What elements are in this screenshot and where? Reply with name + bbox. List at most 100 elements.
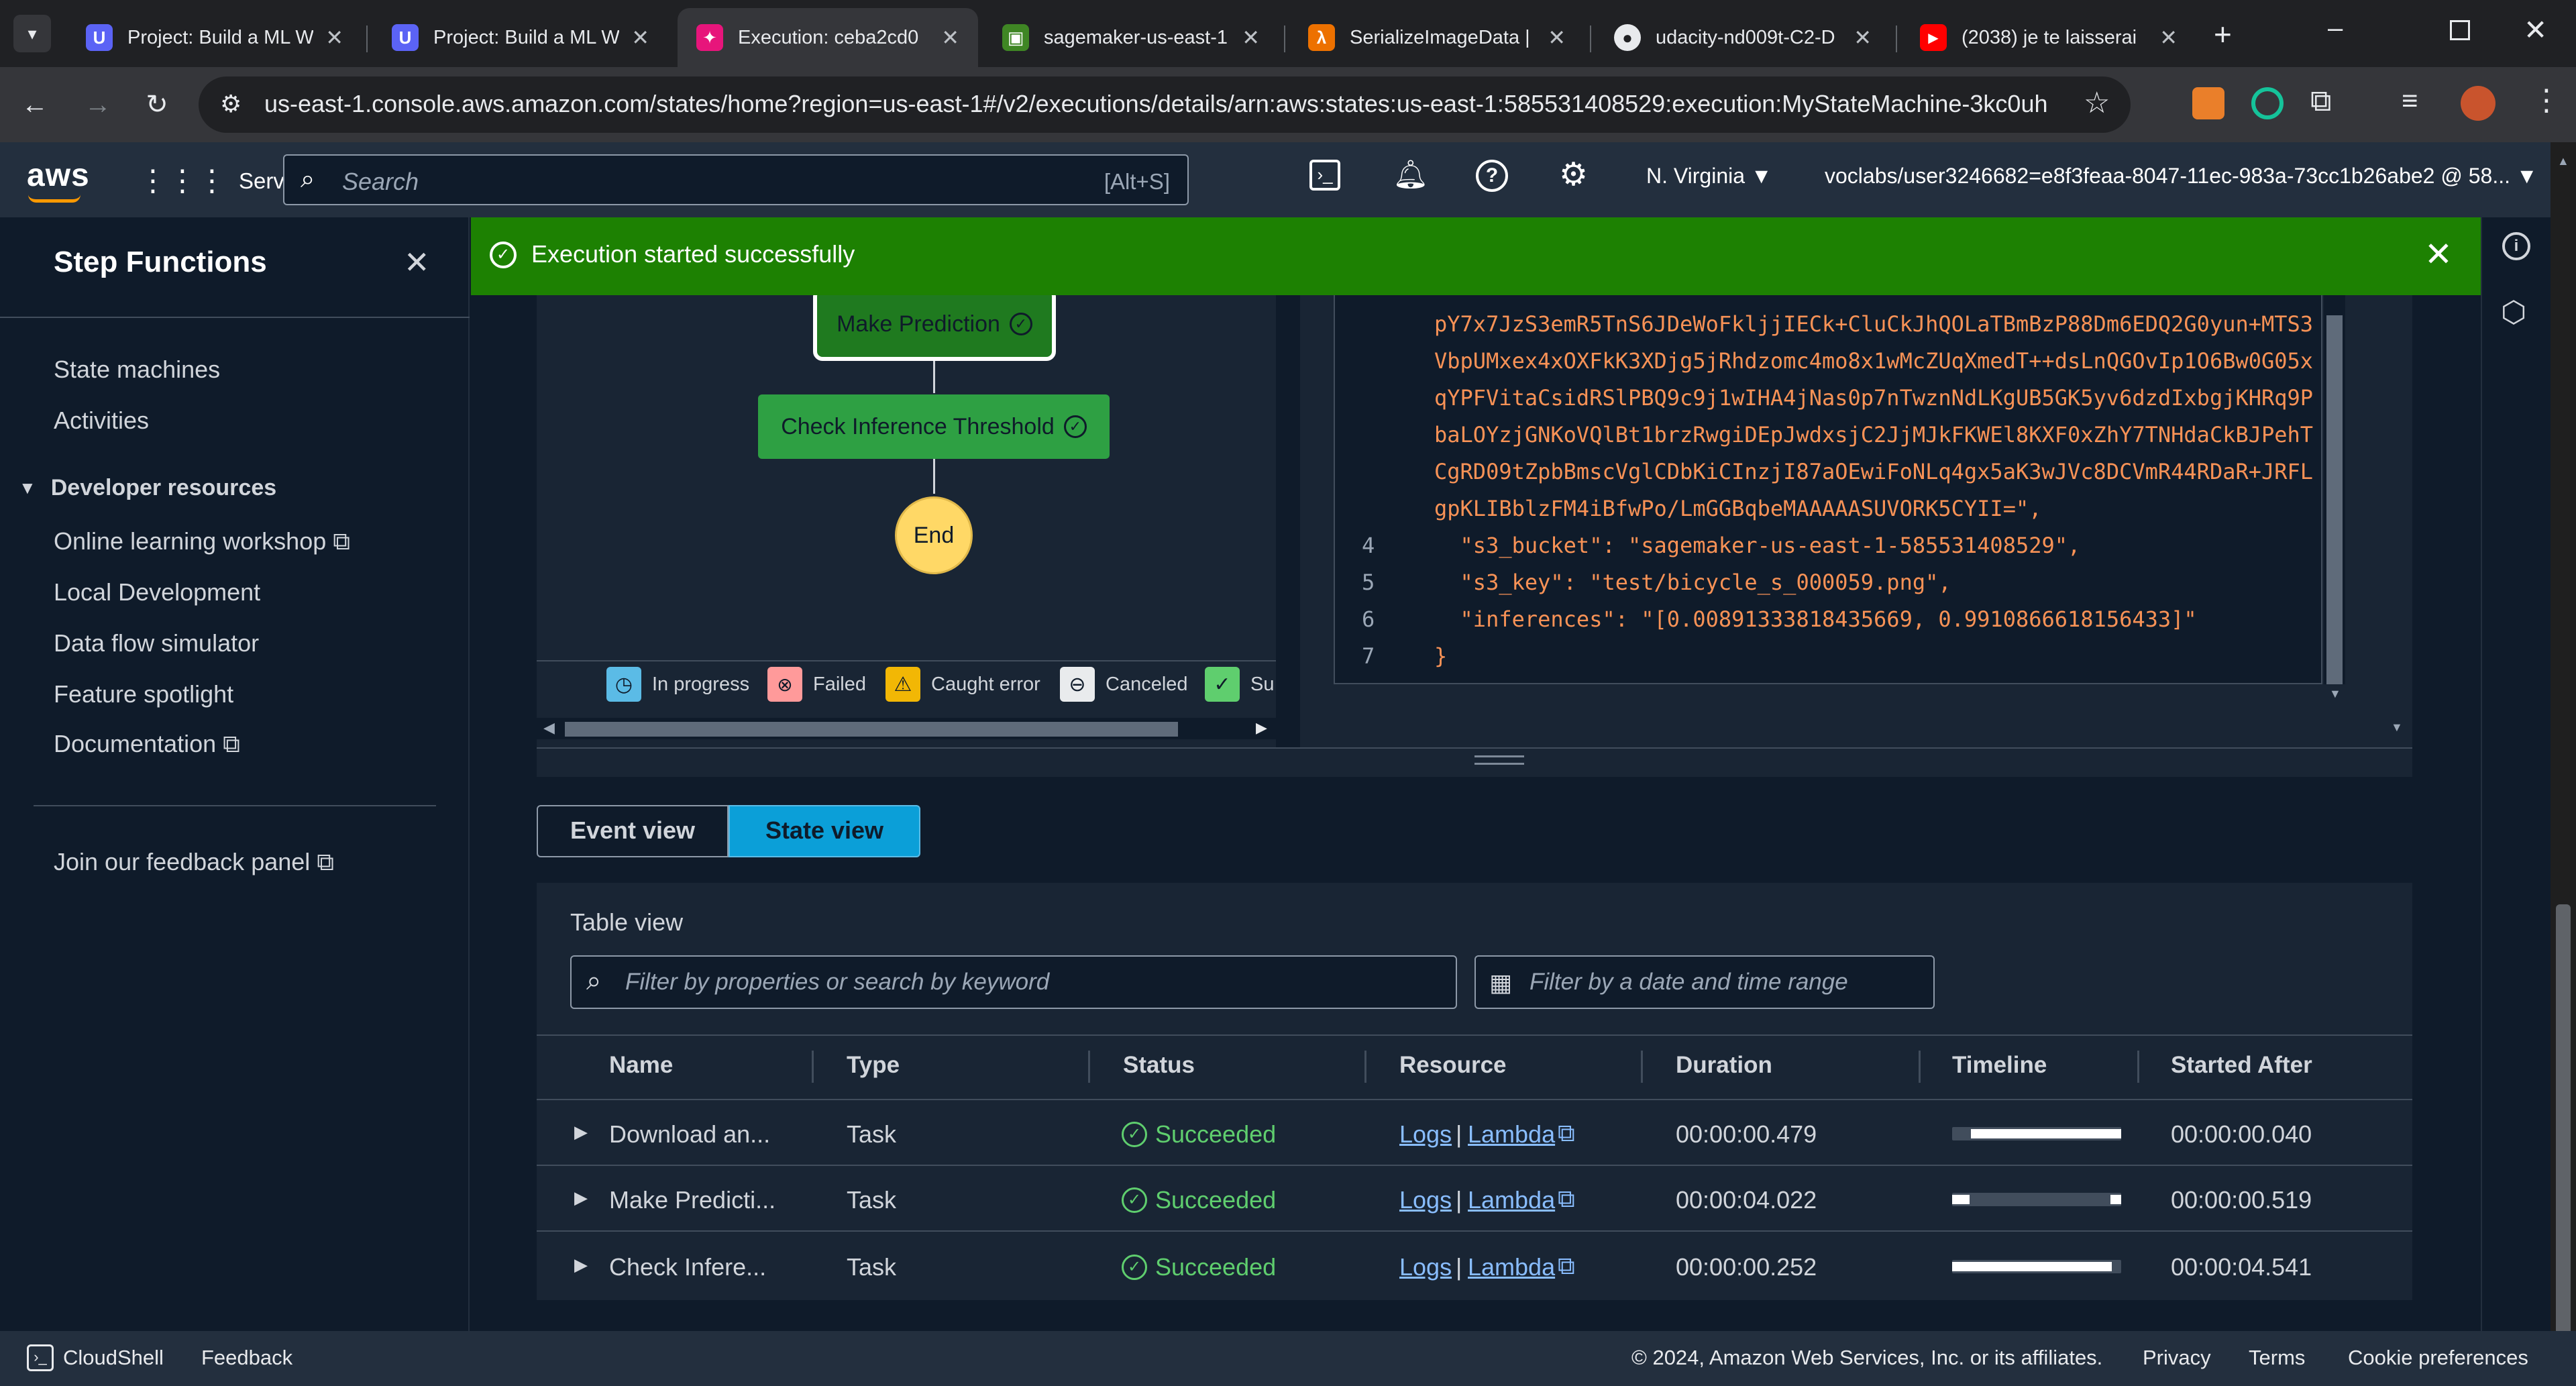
settings-gear-icon[interactable]: ⚙ xyxy=(1559,156,1588,193)
scroll-right-icon[interactable]: ▶ xyxy=(1256,719,1267,737)
lambda-link[interactable]: Lambda xyxy=(1468,1186,1555,1214)
expand-row-icon[interactable]: ▶ xyxy=(574,1187,588,1208)
restore-window-icon[interactable] xyxy=(2450,20,2470,40)
browser-tab-active[interactable]: ✦ Execution: ceba2cd0 ✕ xyxy=(678,8,978,67)
info-icon[interactable]: i xyxy=(2502,232,2530,260)
column-header-duration[interactable]: Duration xyxy=(1676,1052,1772,1079)
column-header-status[interactable]: Status xyxy=(1123,1052,1195,1079)
aws-logo[interactable]: aws xyxy=(27,157,90,194)
expand-row-icon[interactable]: ▶ xyxy=(574,1122,588,1142)
close-tab-icon[interactable]: ✕ xyxy=(1548,25,1566,50)
footer-feedback-link[interactable]: Feedback xyxy=(201,1346,292,1370)
sidebar-item-activities[interactable]: Activities xyxy=(54,407,149,435)
column-header-name[interactable]: Name xyxy=(609,1052,673,1079)
drag-handle-icon[interactable] xyxy=(1474,755,1524,765)
column-header-type[interactable]: Type xyxy=(847,1052,900,1079)
url-text[interactable]: us-east-1.console.aws.amazon.com/states/… xyxy=(264,90,2049,118)
footer-terms-link[interactable]: Terms xyxy=(2249,1346,2305,1370)
close-sidebar-icon[interactable]: ✕ xyxy=(404,244,430,280)
scrollbar-thumb[interactable] xyxy=(2556,904,2571,1367)
footer-privacy-link[interactable]: Privacy xyxy=(2143,1346,2211,1370)
region-selector[interactable]: N. Virginia ▼ xyxy=(1646,164,1772,189)
new-tab-icon[interactable]: + xyxy=(2214,16,2232,52)
s3-icon: ▣ xyxy=(1002,24,1029,51)
sidebar-item-data-flow-simulator[interactable]: Data flow simulator xyxy=(54,629,259,657)
event-view-button[interactable]: Event view xyxy=(537,805,729,857)
graph-node-make-prediction[interactable]: Make Prediction ✓ xyxy=(813,287,1056,361)
sidebar-item-feature-spotlight[interactable]: Feature spotlight xyxy=(54,680,233,708)
lambda-link[interactable]: Lambda xyxy=(1468,1253,1555,1281)
state-view-button[interactable]: State view xyxy=(729,805,920,857)
sidebar-item-feedback-panel[interactable]: Join our feedback panel ⧉ xyxy=(54,848,334,877)
date-range-filter[interactable]: ▦ Filter by a date and time range xyxy=(1474,955,1935,1009)
table-filter-input[interactable]: ⌕ Filter by properties or search by keyw… xyxy=(570,955,1457,1009)
extension-icon[interactable] xyxy=(2192,87,2224,119)
footer-cookie-preferences-link[interactable]: Cookie preferences xyxy=(2348,1346,2528,1370)
resource-separator: | xyxy=(1456,1186,1462,1214)
bookmark-star-icon[interactable]: ☆ xyxy=(2084,86,2110,120)
scrollbar-thumb[interactable] xyxy=(2326,315,2343,684)
panel-divider[interactable] xyxy=(1276,217,1300,747)
close-tab-icon[interactable]: ✕ xyxy=(631,25,649,50)
extensions-puzzle-icon[interactable]: ⧉ xyxy=(2310,85,2331,118)
scroll-left-icon[interactable]: ◀ xyxy=(543,719,555,737)
browser-tab[interactable]: U Project: Build a ML W ✕ xyxy=(67,8,362,67)
close-tab-icon[interactable]: ✕ xyxy=(1242,25,1260,50)
panel-resize-bar[interactable] xyxy=(537,747,2412,777)
browser-tab[interactable]: λ SerializeImageData | ✕ xyxy=(1289,8,1585,67)
help-icon[interactable]: ? xyxy=(1476,160,1508,192)
close-tab-icon[interactable]: ✕ xyxy=(1854,25,1872,50)
row-started-after: 00:00:04.541 xyxy=(2171,1253,2312,1281)
tutorial-icon[interactable]: ⬡ xyxy=(2501,295,2526,329)
graph-node-check-inference-threshold[interactable]: Check Inference Threshold ✓ xyxy=(758,394,1110,459)
scroll-down-icon[interactable]: ▼ xyxy=(2391,721,2403,735)
sidebar-item-state-machines[interactable]: State machines xyxy=(54,356,220,384)
site-info-icon[interactable]: ⚙ xyxy=(220,90,241,118)
aws-search-input[interactable]: ⌕ Search [Alt+S] xyxy=(283,154,1189,205)
line-number: 4 xyxy=(1362,533,1375,558)
reload-icon[interactable]: ↻ xyxy=(138,86,176,123)
column-header-timeline[interactable]: Timeline xyxy=(1952,1052,2047,1079)
lambda-link[interactable]: Lambda xyxy=(1468,1120,1555,1149)
timeline-track xyxy=(1952,1193,2121,1206)
tab-search-button[interactable]: ▾ xyxy=(13,15,51,52)
minimize-window-icon[interactable]: – xyxy=(2328,13,2343,44)
logs-link[interactable]: Logs xyxy=(1399,1186,1452,1214)
sidebar-item-online-workshop[interactable]: Online learning workshop ⧉ xyxy=(54,527,350,556)
graph-node-end[interactable]: End xyxy=(895,496,973,574)
developer-resources-section[interactable]: ▼ Developer resources xyxy=(19,475,276,501)
column-header-started-after[interactable]: Started After xyxy=(2171,1052,2312,1079)
logs-link[interactable]: Logs xyxy=(1399,1120,1452,1149)
logs-link[interactable]: Logs xyxy=(1399,1253,1452,1281)
browser-tab[interactable]: ▣ sagemaker-us-east-1 ✕ xyxy=(983,8,1279,67)
account-menu[interactable]: voclabs/user3246682=e8f3feaa-8047-11ec-9… xyxy=(1825,164,2549,189)
browser-menu-icon[interactable]: ⋮ xyxy=(2532,83,2561,117)
expand-row-icon[interactable]: ▶ xyxy=(574,1255,588,1275)
media-control-icon[interactable]: ≡ xyxy=(2402,85,2418,117)
close-tab-icon[interactable]: ✕ xyxy=(941,25,959,50)
scrollbar-thumb[interactable] xyxy=(565,722,1178,737)
close-tab-icon[interactable]: ✕ xyxy=(325,25,343,50)
notifications-bell-icon[interactable]: 🔔︎ xyxy=(1393,158,1428,191)
graph-horizontal-scrollbar[interactable]: ◀ ▶ xyxy=(537,718,1276,739)
url-omnibox[interactable]: ⚙ us-east-1.console.aws.amazon.com/state… xyxy=(199,76,2131,133)
profile-avatar[interactable] xyxy=(2461,86,2496,121)
page-vertical-scrollbar[interactable]: ▲ ▼ xyxy=(2551,142,2576,1386)
browser-tab[interactable]: ▶ (2038) je te laisserai ✕ xyxy=(1901,8,2196,67)
scroll-up-icon[interactable]: ▲ xyxy=(2557,154,2569,168)
scroll-down-icon[interactable]: ▼ xyxy=(2329,687,2341,701)
browser-tab[interactable]: ● udacity-nd009t-C2-D ✕ xyxy=(1595,8,1890,67)
column-header-resource[interactable]: Resource xyxy=(1399,1052,1507,1079)
grammarly-icon[interactable] xyxy=(2251,87,2284,119)
cloudshell-icon[interactable]: ›_ xyxy=(1309,160,1340,191)
back-arrow-icon[interactable]: ← xyxy=(16,86,54,123)
sidebar-item-local-development[interactable]: Local Development xyxy=(54,578,260,606)
sidebar-item-documentation[interactable]: Documentation ⧉ xyxy=(54,730,240,759)
forward-arrow-icon[interactable]: → xyxy=(79,86,117,123)
close-window-icon[interactable]: ✕ xyxy=(2524,13,2547,46)
dismiss-flash-icon[interactable]: ✕ xyxy=(2424,235,2453,274)
code-vertical-scrollbar[interactable] xyxy=(2324,295,2345,684)
close-tab-icon[interactable]: ✕ xyxy=(2159,25,2178,50)
cloudshell-footer-button[interactable]: ›_ CloudShell xyxy=(27,1344,164,1371)
browser-tab[interactable]: U Project: Build a ML W ✕ xyxy=(373,8,668,67)
